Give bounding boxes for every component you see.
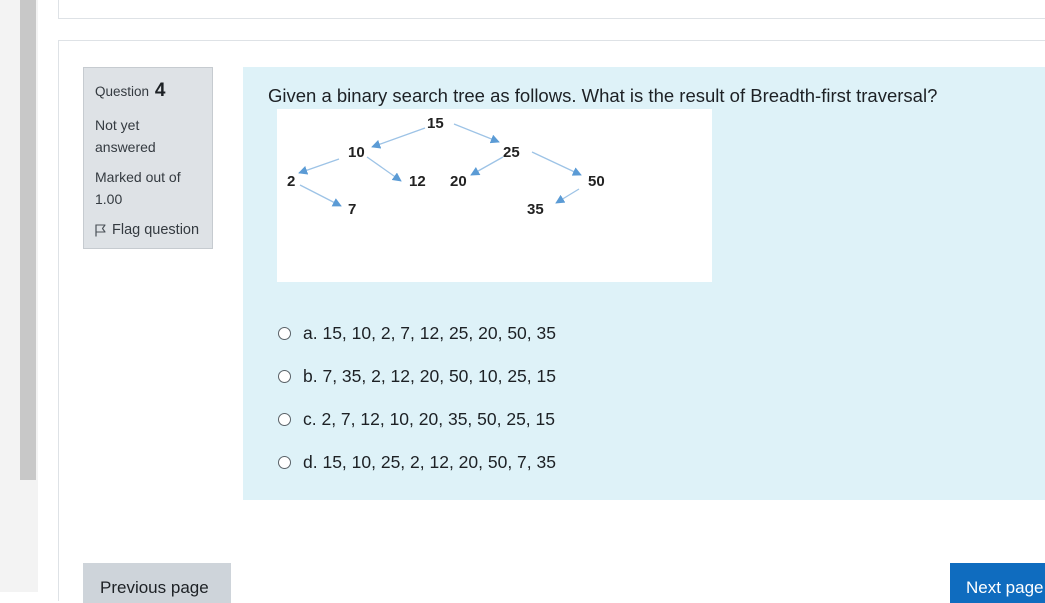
answer-option-d[interactable]: d. 15, 10, 25, 2, 12, 20, 50, 7, 35	[278, 441, 556, 484]
previous-question-card	[58, 0, 1045, 19]
answer-label-c[interactable]: c. 2, 7, 12, 10, 20, 35, 50, 25, 15	[303, 409, 555, 430]
previous-page-button[interactable]: Previous page	[83, 563, 231, 603]
next-page-button[interactable]: Next page	[950, 563, 1045, 603]
radio-unchecked-icon[interactable]	[278, 456, 291, 469]
answer-option-b[interactable]: b. 7, 35, 2, 12, 20, 50, 10, 25, 15	[278, 355, 556, 398]
node-10: 10	[348, 144, 365, 161]
node-2: 2	[287, 173, 295, 190]
flag-question-link[interactable]: Flag question	[95, 222, 199, 238]
grade-line-1: Marked out of	[95, 169, 181, 185]
answer-label-b[interactable]: b. 7, 35, 2, 12, 20, 50, 10, 25, 15	[303, 366, 556, 387]
bst-diagram: 15 10 25 2 12 20 50 7 35	[277, 109, 712, 282]
bst-svg: 15 10 25 2 12 20 50 7 35	[287, 115, 605, 218]
question-info-panel: Question 4 Not yet answered Marked out o…	[83, 67, 213, 249]
node-20: 20	[450, 173, 467, 190]
question-text: Given a binary search tree as follows. W…	[268, 85, 938, 106]
question-number: Question 4	[95, 80, 165, 102]
node-50: 50	[588, 173, 605, 190]
question-content: Given a binary search tree as follows. W…	[243, 67, 1045, 500]
flag-outline-icon	[95, 223, 106, 236]
node-25: 25	[503, 144, 520, 161]
edge-15-10	[371, 127, 426, 149]
state-line-1: Not yet	[95, 117, 140, 133]
question-grade: Marked out of 1.00	[95, 166, 210, 210]
question-label: Question	[95, 84, 150, 99]
answer-options: a. 15, 10, 2, 7, 12, 25, 20, 50, 35 b. 7…	[278, 312, 556, 484]
edge-25-50	[531, 151, 582, 176]
edge-50-35	[555, 188, 580, 204]
answer-label-d[interactable]: d. 15, 10, 25, 2, 12, 20, 50, 7, 35	[303, 452, 556, 473]
node-15: 15	[427, 115, 444, 132]
radio-unchecked-icon[interactable]	[278, 327, 291, 340]
question-number-value: 4	[154, 80, 166, 101]
radio-unchecked-icon[interactable]	[278, 413, 291, 426]
state-line-2: answered	[95, 139, 156, 155]
edge-2-7	[299, 184, 342, 207]
radio-unchecked-icon[interactable]	[278, 370, 291, 383]
node-35: 35	[527, 201, 544, 218]
node-12: 12	[409, 173, 426, 190]
edge-10-2	[298, 158, 340, 175]
edge-15-25	[453, 123, 500, 144]
grade-line-2: 1.00	[95, 191, 123, 207]
answer-option-c[interactable]: c. 2, 7, 12, 10, 20, 35, 50, 25, 15	[278, 398, 556, 441]
edge-25-20	[470, 156, 504, 176]
edge-10-12	[366, 156, 402, 182]
answer-label-a[interactable]: a. 15, 10, 2, 7, 12, 25, 20, 50, 35	[303, 323, 556, 344]
node-7: 7	[348, 201, 356, 218]
answer-option-a[interactable]: a. 15, 10, 2, 7, 12, 25, 20, 50, 35	[278, 312, 556, 355]
scrollbar-thumb[interactable]	[20, 0, 36, 480]
question-state: Not yet answered	[95, 114, 210, 158]
flag-question-label: Flag question	[112, 222, 200, 238]
